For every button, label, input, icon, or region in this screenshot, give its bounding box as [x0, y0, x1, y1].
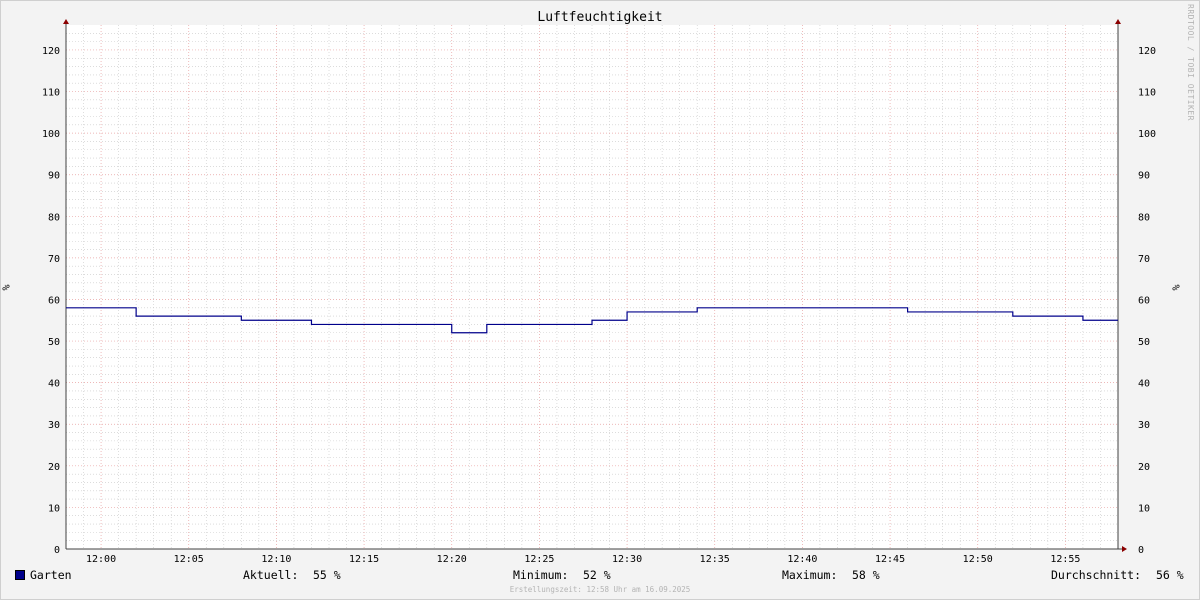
x-tick-label: 12:25: [524, 554, 554, 565]
y-tick-label-left: 70: [48, 254, 60, 265]
x-tick-label: 12:45: [875, 554, 905, 565]
x-tick-label: 12:50: [963, 554, 993, 565]
legend-maximum-value: 58 %: [852, 568, 880, 582]
x-axis-arrow: [1122, 546, 1127, 552]
y-tick-label-left: 20: [48, 462, 60, 473]
y-tick-label-right: 50: [1138, 337, 1150, 348]
y-tick-label-right: 120: [1138, 46, 1156, 57]
x-tick-label: 12:15: [349, 554, 379, 565]
y-tick-label-right: 20: [1138, 462, 1150, 473]
y-tick-label-right: 110: [1138, 88, 1156, 99]
y-tick-label-right: 60: [1138, 295, 1150, 306]
legend-aktuell-value: 55 %: [313, 568, 341, 582]
y-tick-label-right: 10: [1138, 503, 1150, 514]
y-tick-label-right: 40: [1138, 379, 1150, 390]
y-tick-label-left: 40: [48, 379, 60, 390]
legend-aktuell-label: Aktuell:: [243, 568, 299, 582]
y-tick-label-left: 50: [48, 337, 60, 348]
y-tick-label-left: 90: [48, 171, 60, 182]
legend-durchschnitt-label: Durchschnitt:: [1051, 568, 1142, 582]
y-tick-label-left: 80: [48, 212, 60, 223]
legend-maximum-label: Maximum:: [782, 568, 838, 582]
legend-minimum-label: Minimum:: [513, 568, 569, 582]
legend-swatch-garten: [15, 570, 25, 580]
footer-timestamp: Erstellungszeit: 12:58 Uhr am 16.09.2025: [509, 585, 691, 594]
y-tick-label-left: 60: [48, 295, 60, 306]
x-tick-label: 12:05: [174, 554, 204, 565]
y-tick-label-left: 30: [48, 420, 60, 431]
x-tick-label: 12:40: [787, 554, 817, 565]
y-axis-arrow-left: [63, 19, 69, 24]
y-tick-label-right: 90: [1138, 171, 1150, 182]
y-axis-arrow-right: [1115, 19, 1121, 24]
chart-plot: 0 0 10 10 20 20 30 30 40 40 50 50 60 60 70 70 80 80 90 90 10…: [42, 19, 1156, 565]
y-tick-label-left: 110: [42, 88, 60, 99]
y-tick-label-right: 100: [1138, 129, 1156, 140]
x-tick-label: 12:10: [261, 554, 291, 565]
x-tick-label: 12:55: [1050, 554, 1080, 565]
y-tick-label-left: 10: [48, 503, 60, 514]
x-tick-label: 12:00: [86, 554, 116, 565]
y-tick-label-right: 80: [1138, 212, 1150, 223]
y-tick-label-left: 100: [42, 129, 60, 140]
x-tick-label: 12:35: [700, 554, 730, 565]
legend-series-name: Garten: [30, 568, 72, 582]
x-tick-label: 12:30: [612, 554, 642, 565]
legend-minimum-value: 52 %: [583, 568, 611, 582]
y-tick-label-right: 0: [1138, 545, 1144, 556]
y-tick-label-left: 120: [42, 46, 60, 57]
legend-durchschnitt-value: 56 %: [1156, 568, 1184, 582]
x-tick-label: 12:20: [437, 554, 467, 565]
y-tick-label-left: 0: [54, 545, 60, 556]
y-tick-label-right: 30: [1138, 420, 1150, 431]
y-tick-label-right: 70: [1138, 254, 1150, 265]
